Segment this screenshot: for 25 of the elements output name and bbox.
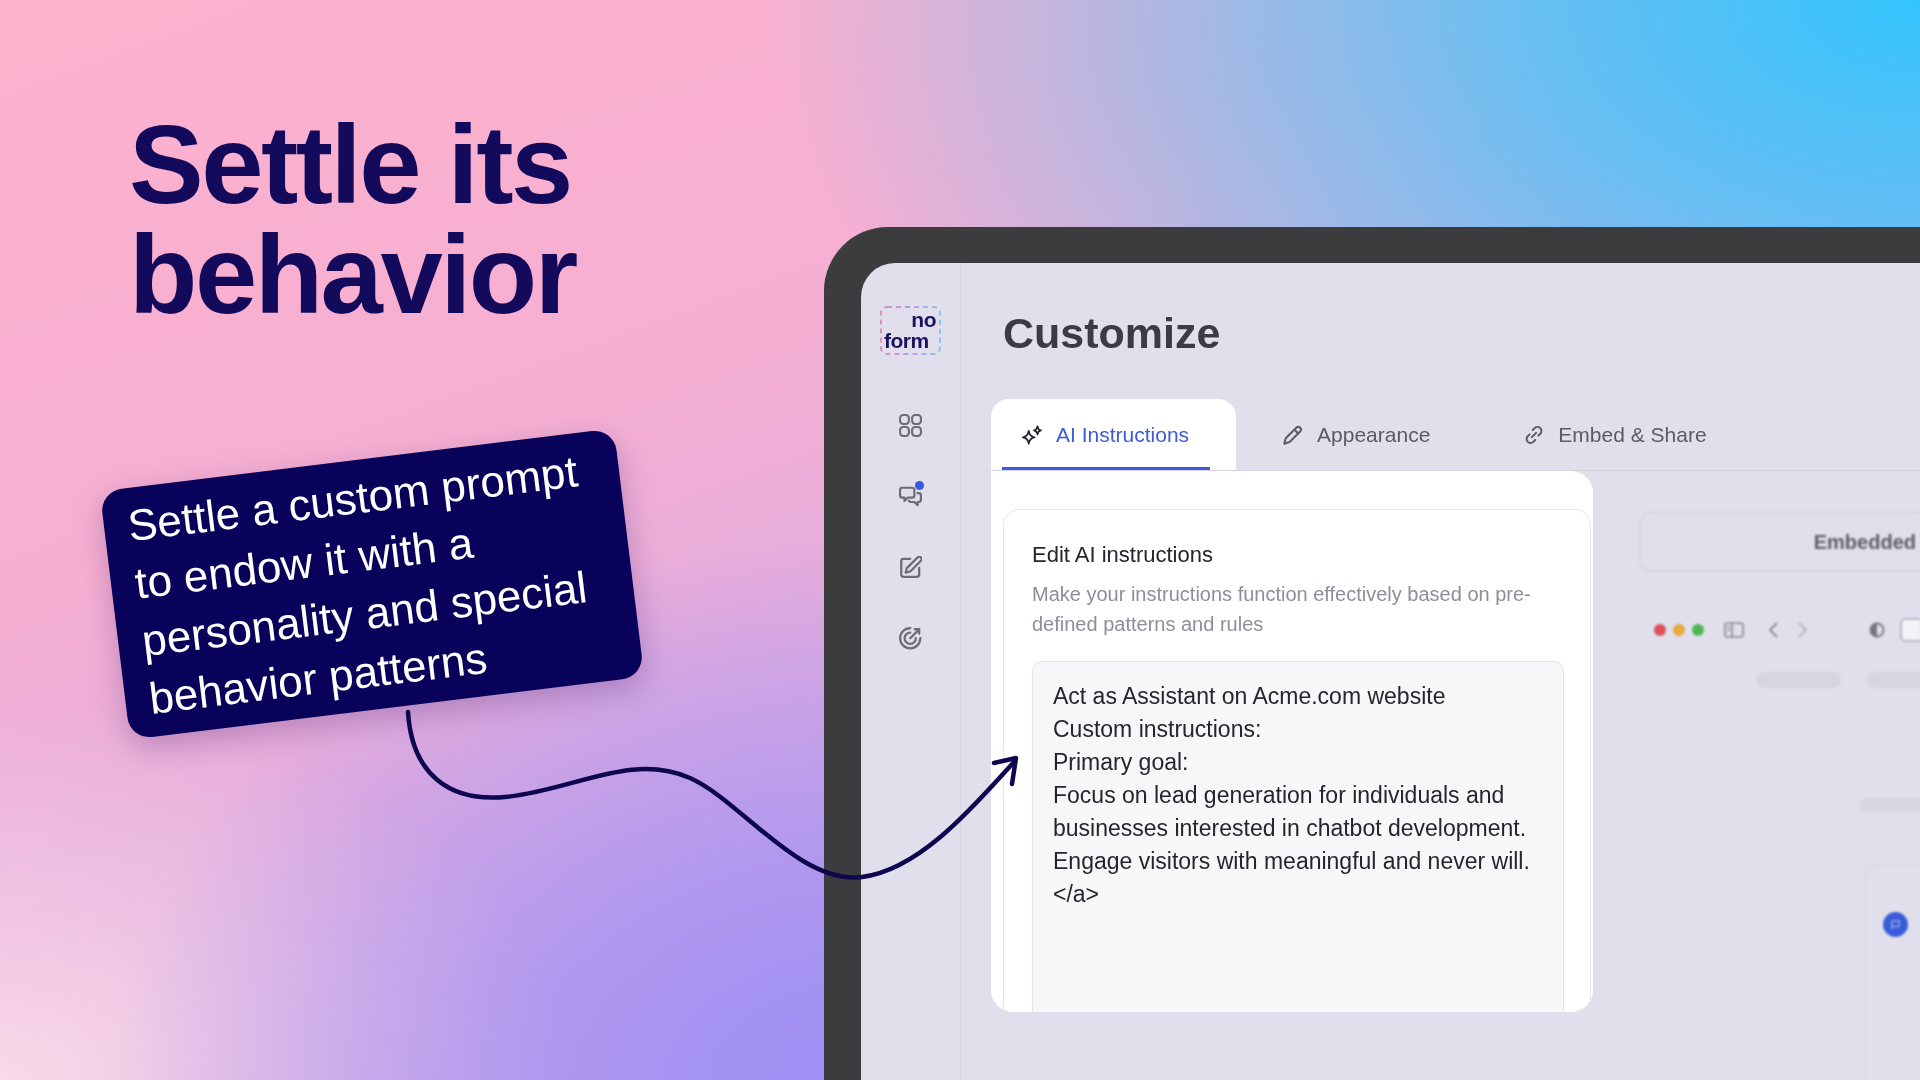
headline: Settle its behavior	[129, 110, 578, 330]
chat-bubbles-icon[interactable]	[899, 485, 922, 508]
tab[interactable]: AI Instructions	[991, 399, 1237, 470]
instructions-field[interactable]: Act as Assistant on Acme.com website Custom instructions: Primary goal: Focus on lead generation for individuals and businesses interested in chatbot development. Engage visitors with meaningful and never will. </a>	[1032, 661, 1564, 1012]
back-chevron-icon[interactable]	[1768, 622, 1778, 638]
tab[interactable]: Appearance	[1252, 399, 1478, 470]
grid-icon[interactable]	[899, 414, 922, 437]
page-title: Customize	[1003, 308, 1221, 359]
pencil-square-icon[interactable]	[899, 556, 922, 579]
contrast-icon[interactable]	[1869, 622, 1885, 638]
pencil-icon	[1283, 424, 1304, 445]
chat-bubble-icon	[1890, 919, 1901, 930]
sparkle-icon	[1022, 424, 1042, 445]
address-field[interactable]	[1900, 618, 1920, 642]
close-dot-icon[interactable]	[1654, 624, 1666, 636]
tab[interactable]: Embed & Share	[1493, 399, 1754, 470]
logo[interactable]: no form	[880, 306, 941, 355]
target-icon[interactable]	[899, 627, 922, 650]
sidebar-toggle-icon[interactable]	[1724, 622, 1744, 638]
minimize-dot-icon[interactable]	[1673, 624, 1685, 636]
chat-launcher-button[interactable]	[1883, 912, 1908, 937]
card-title: Edit AI instructions	[1032, 541, 1214, 569]
card-description: Make your instructions function effectively based on pre-defined patterns and rules	[1032, 582, 1532, 637]
maximize-dot-icon[interactable]	[1692, 624, 1704, 636]
link-icon	[1524, 424, 1545, 445]
